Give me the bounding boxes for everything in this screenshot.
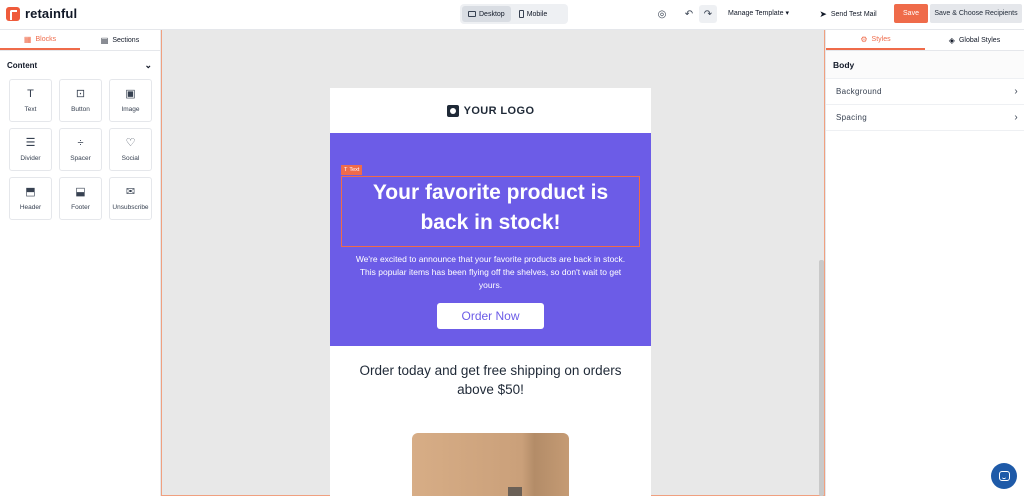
editor-canvas[interactable]: YOUR LOGO T Text Your favorite product i… bbox=[161, 30, 825, 496]
left-tabs: ▦ Blocks ▤ Sections bbox=[0, 30, 160, 51]
product-image[interactable] bbox=[412, 433, 569, 496]
mobile-view-button[interactable]: Mobile bbox=[513, 6, 554, 22]
gear-icon: ⚙ bbox=[860, 34, 868, 44]
logo-icon bbox=[446, 104, 459, 117]
left-sidebar: ▦ Blocks ▤ Sections Content ⌄ T Text ⊡ B… bbox=[0, 30, 161, 496]
background-label: Background bbox=[836, 87, 882, 96]
tab-sections-label: Sections bbox=[112, 36, 140, 44]
block-grid: T Text ⊡ Button ▣ Image ☰ Divider ÷ Spac… bbox=[0, 79, 160, 220]
desktop-view-button[interactable]: Desktop bbox=[462, 6, 511, 22]
shipping-text[interactable]: Order today and get free shipping on ord… bbox=[350, 361, 631, 399]
block-label: Footer bbox=[71, 203, 90, 211]
background-row[interactable]: Background › bbox=[826, 79, 1024, 105]
chat-support-button[interactable] bbox=[991, 463, 1017, 489]
device-toggle: Desktop Mobile bbox=[460, 4, 568, 24]
tab-global-styles-label: Global Styles bbox=[958, 36, 1001, 44]
preview-focus-button[interactable]: ◎ bbox=[653, 5, 671, 23]
block-divider[interactable]: ☰ Divider bbox=[9, 128, 52, 171]
manage-template-dropdown[interactable]: Manage Template ▾ bbox=[728, 9, 789, 17]
hero-title[interactable]: Your favorite product is back in stock! bbox=[350, 178, 631, 238]
paper-plane-icon: ➤ bbox=[819, 8, 827, 19]
block-label: Button bbox=[71, 105, 90, 113]
brand-name: retainful bbox=[25, 6, 78, 21]
text-icon: T bbox=[27, 88, 34, 100]
paint-bucket-icon: ◈ bbox=[948, 35, 955, 45]
header-icon: ⬒ bbox=[25, 186, 36, 198]
block-label: Unsubscribe bbox=[112, 203, 149, 211]
order-now-button[interactable]: Order Now bbox=[437, 303, 544, 329]
send-test-label: Send Test Mail bbox=[830, 10, 877, 18]
block-spacer[interactable]: ÷ Spacer bbox=[59, 128, 102, 171]
block-unsubscribe[interactable]: ✉ Unsubscribe bbox=[109, 177, 152, 220]
tab-styles-label: Styles bbox=[871, 35, 891, 43]
spacer-icon: ÷ bbox=[77, 137, 84, 149]
block-button[interactable]: ⊡ Button bbox=[59, 79, 102, 122]
save-button[interactable]: Save bbox=[894, 4, 928, 23]
undo-icon: ↶ bbox=[684, 8, 694, 20]
block-label: Image bbox=[121, 105, 140, 113]
button-icon: ⊡ bbox=[75, 88, 86, 100]
retainful-logo-icon bbox=[6, 6, 20, 21]
mail-icon: ✉ bbox=[125, 186, 136, 198]
block-image[interactable]: ▣ Image bbox=[109, 79, 152, 122]
block-label: Social bbox=[121, 154, 140, 162]
desktop-icon bbox=[468, 11, 476, 17]
grid-icon: ▦ bbox=[23, 34, 32, 44]
selected-block-tag[interactable]: T Text bbox=[341, 165, 363, 175]
selected-block-tag-label: Text bbox=[349, 167, 360, 173]
brand[interactable]: retainful bbox=[6, 6, 77, 21]
undo-button[interactable]: ↶ bbox=[680, 5, 698, 23]
logo-text: YOUR LOGO bbox=[463, 104, 535, 117]
tab-blocks[interactable]: ▦ Blocks bbox=[0, 30, 80, 50]
redo-icon: ↷ bbox=[703, 8, 713, 20]
heart-icon: ♡ bbox=[125, 137, 136, 149]
tab-blocks-label: Blocks bbox=[35, 35, 57, 43]
text-icon: T bbox=[344, 167, 348, 173]
chat-icon bbox=[998, 471, 1010, 481]
product-image-detail bbox=[508, 487, 522, 496]
panel-section-title: Body bbox=[826, 51, 1024, 79]
email-logo[interactable]: YOUR LOGO bbox=[330, 88, 651, 133]
redo-button[interactable]: ↷ bbox=[699, 5, 717, 23]
content-section-header[interactable]: Content ⌄ bbox=[0, 51, 160, 79]
focus-icon: ◎ bbox=[657, 8, 667, 20]
mobile-label: Mobile bbox=[526, 10, 548, 18]
right-tabs: ⚙ Styles ◈ Global Styles bbox=[826, 30, 1024, 51]
email-preview: YOUR LOGO T Text Your favorite product i… bbox=[330, 88, 651, 496]
block-label: Header bbox=[19, 203, 42, 211]
footer-icon: ⬓ bbox=[75, 186, 86, 198]
content-heading: Content bbox=[7, 60, 38, 70]
top-toolbar: retainful Desktop Mobile ◎ ↶ ↷ Manage Te… bbox=[0, 0, 1024, 30]
canvas-scrollbar[interactable] bbox=[819, 260, 824, 496]
tab-sections[interactable]: ▤ Sections bbox=[80, 30, 160, 50]
block-label: Divider bbox=[20, 154, 41, 162]
spacing-row[interactable]: Spacing › bbox=[826, 105, 1024, 131]
divider-icon: ☰ bbox=[25, 137, 36, 149]
block-social[interactable]: ♡ Social bbox=[109, 128, 152, 171]
tab-global-styles[interactable]: ◈ Global Styles bbox=[925, 30, 1024, 50]
block-footer[interactable]: ⬓ Footer bbox=[59, 177, 102, 220]
block-header[interactable]: ⬒ Header bbox=[9, 177, 52, 220]
hero-section[interactable]: T Text Your favorite product is back in … bbox=[330, 133, 651, 346]
send-test-mail-button[interactable]: ➤ Send Test Mail bbox=[808, 4, 888, 24]
desktop-label: Desktop bbox=[479, 10, 505, 18]
hero-body[interactable]: We're excited to announce that your favo… bbox=[350, 253, 631, 292]
block-text[interactable]: T Text bbox=[9, 79, 52, 122]
tab-styles[interactable]: ⚙ Styles bbox=[826, 30, 925, 50]
chevron-down-icon: ⌄ bbox=[144, 59, 152, 70]
spacing-label: Spacing bbox=[836, 113, 868, 122]
save-choose-recipients-button[interactable]: Save & Choose Recipients bbox=[930, 4, 1022, 23]
chevron-right-icon: › bbox=[1014, 112, 1018, 123]
chevron-right-icon: › bbox=[1014, 86, 1018, 97]
sections-icon: ▤ bbox=[100, 35, 109, 45]
block-label: Spacer bbox=[70, 154, 91, 162]
image-icon: ▣ bbox=[125, 88, 136, 100]
mobile-icon bbox=[518, 10, 524, 18]
right-sidebar: ⚙ Styles ◈ Global Styles Body Background… bbox=[825, 30, 1024, 496]
block-label: Text bbox=[24, 105, 37, 113]
